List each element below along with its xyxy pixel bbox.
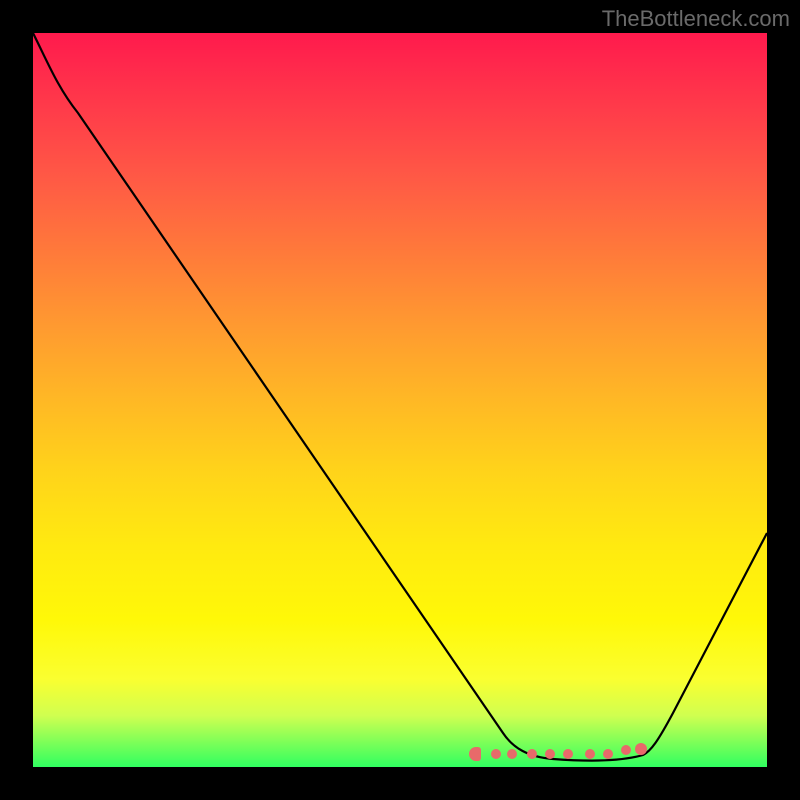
watermark-text: TheBottleneck.com <box>602 6 790 32</box>
optimal-marker-dot <box>527 749 537 759</box>
optimal-marker-dot <box>621 745 631 755</box>
optimal-range-start-icon <box>469 747 481 761</box>
optimal-range-markers <box>473 747 643 761</box>
bottleneck-curve <box>33 33 767 767</box>
optimal-marker-dot <box>545 749 555 759</box>
optimal-range-end-icon <box>635 743 647 755</box>
chart-plot-area <box>33 33 767 767</box>
optimal-marker-dot <box>491 749 501 759</box>
optimal-marker-dot <box>585 749 595 759</box>
optimal-marker-dot <box>563 749 573 759</box>
optimal-marker-dot <box>603 749 613 759</box>
optimal-marker-dot <box>507 749 517 759</box>
